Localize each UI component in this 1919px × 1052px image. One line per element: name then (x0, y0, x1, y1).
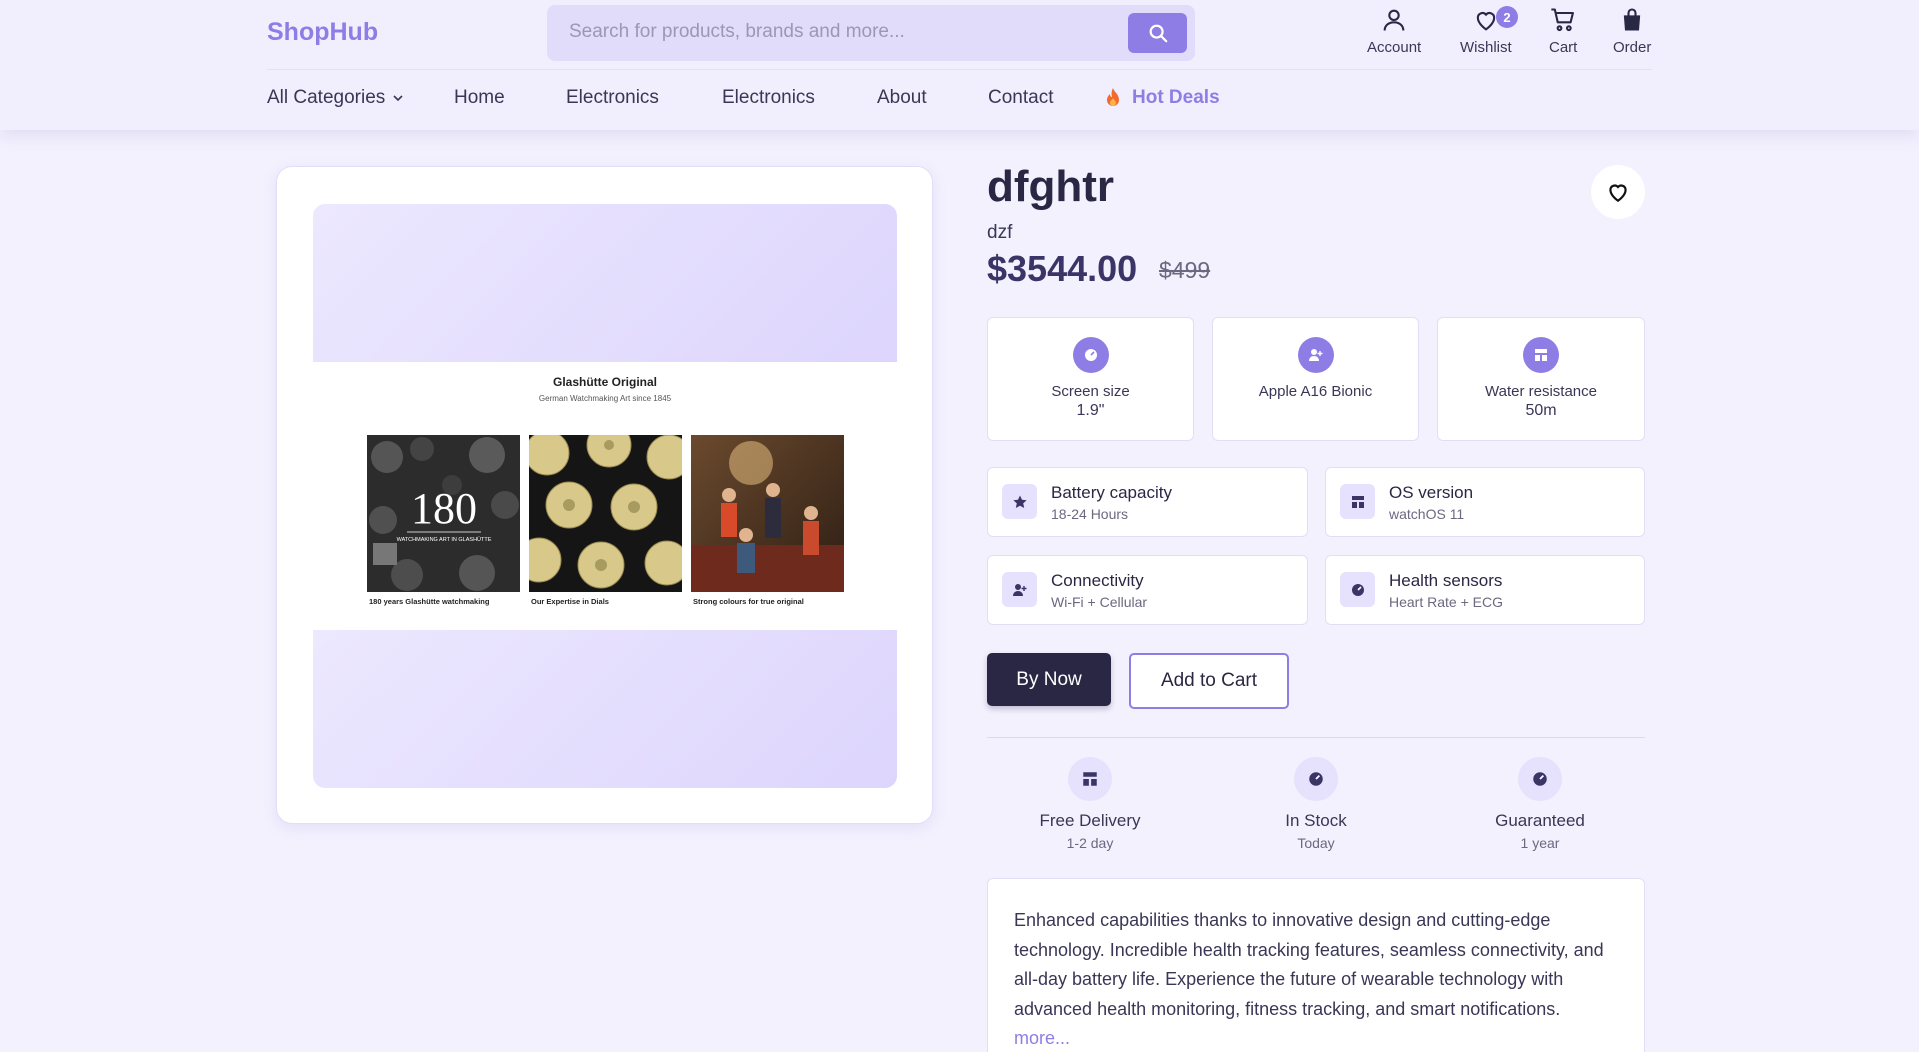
feature-value: 18-24 Hours (1051, 506, 1129, 522)
spec-label: Apple A16 Bionic (1258, 383, 1373, 400)
layout-icon (1523, 337, 1559, 373)
cart-label: Cart (1549, 39, 1578, 56)
description-text: Enhanced capabilities thanks to innovati… (1014, 910, 1604, 1019)
nav-home[interactable]: Home (454, 87, 505, 109)
perk-label: Free Delivery (1039, 811, 1141, 830)
all-categories-dropdown[interactable]: All Categories (267, 87, 406, 109)
chevron-down-icon (393, 95, 403, 102)
cart-link[interactable]: Cart (1549, 6, 1577, 56)
star-icon (1002, 484, 1037, 519)
perk-item: Free Delivery 1-2 day (1000, 757, 1180, 851)
buy-now-button[interactable]: By Now (987, 653, 1111, 706)
perk-label: In Stock (1285, 811, 1347, 830)
nav-electronics[interactable]: Electronics (566, 87, 659, 109)
feature-label: OS version (1389, 483, 1474, 502)
search-icon (1149, 24, 1167, 43)
feature-value: Heart Rate + ECG (1389, 594, 1503, 610)
spec-value: 1.9" (1076, 402, 1105, 419)
search-input[interactable] (569, 21, 1109, 43)
perk-item: In Stock Today (1226, 757, 1406, 851)
shophub-logo[interactable]: ShopHub (267, 18, 378, 47)
product-subtitle: dzf (987, 222, 1013, 243)
feature-label: Battery capacity (1051, 483, 1172, 502)
gauge-icon (1518, 757, 1562, 801)
order-label: Order (1613, 39, 1652, 56)
product-image-card[interactable]: Glashütte Original German Watchmaking Ar… (276, 166, 933, 824)
description-card: Enhanced capabilities thanks to innovati… (987, 878, 1645, 1052)
add-to-cart-button[interactable]: Add to Cart (1129, 653, 1289, 709)
feature-card: OS version watchOS 11 (1325, 467, 1645, 537)
site-header: ShopHub Account 2 Wishlist Cart Order Al… (0, 0, 1919, 130)
layout-icon (1068, 757, 1112, 801)
nav-hot-deals[interactable]: Hot Deals (1104, 87, 1220, 109)
feature-label: Connectivity (1051, 571, 1144, 590)
all-categories-label: All Categories (267, 87, 386, 108)
fire-icon (1107, 88, 1119, 106)
section-divider (987, 737, 1645, 738)
image-placeholder-bottom (313, 630, 897, 788)
bag-icon (1624, 8, 1641, 31)
gauge-icon (1294, 757, 1338, 801)
feature-card: Connectivity Wi-Fi + Cellular (987, 555, 1308, 625)
perk-value: Today (1297, 835, 1335, 851)
spec-value: 50m (1525, 402, 1557, 419)
photo-caption: 180 years Glashütte watchmaking (369, 597, 490, 606)
wishlist-toggle-button[interactable] (1591, 165, 1645, 219)
feature-label: Health sensors (1389, 571, 1503, 590)
lifestyle-photo (691, 435, 844, 592)
product-description: Enhanced capabilities thanks to innovati… (1014, 906, 1618, 1052)
spec-label: Screen size (1051, 383, 1130, 400)
perk-item: Guaranteed 1 year (1450, 757, 1630, 851)
feature-value: Wi-Fi + Cellular (1051, 594, 1148, 610)
wishlist-label: Wishlist (1460, 39, 1512, 56)
brand-title: Glashütte Original (552, 375, 657, 389)
logo-number: 180 (411, 484, 477, 533)
spec-card: Water resistance 50m (1437, 317, 1645, 441)
user-icon (1383, 9, 1405, 31)
nav-about[interactable]: About (877, 87, 927, 109)
logo-tagline: WATCHMAKING ART IN GLASHÜTTE (397, 536, 492, 543)
header-divider (267, 69, 1652, 70)
perk-value: 1-2 day (1066, 835, 1114, 851)
perk-label: Guaranteed (1495, 811, 1585, 830)
user-plus-icon (1002, 572, 1037, 607)
nav-electronics-2[interactable]: Electronics (722, 87, 815, 109)
product-title: dfghtr (987, 162, 1115, 211)
read-more-link[interactable]: more... (1014, 1028, 1070, 1048)
wishlist-link[interactable]: 2 Wishlist (1460, 6, 1518, 56)
spec-card: Screen size 1.9" (987, 317, 1194, 441)
account-link[interactable]: Account (1367, 6, 1421, 56)
order-link[interactable]: Order (1613, 6, 1651, 56)
search-bar (547, 5, 1195, 61)
spec-card: Apple A16 Bionic (1212, 317, 1419, 441)
cart-icon (1551, 8, 1575, 32)
product-price: $3544.00 (987, 248, 1138, 289)
hot-deals-label: Hot Deals (1132, 87, 1220, 108)
spec-label: Water resistance (1485, 383, 1597, 400)
photo-caption: Strong colours for true original (693, 597, 804, 606)
brand-subtitle: German Watchmaking Art since 1845 (538, 394, 672, 403)
perk-value: 1 year (1520, 835, 1560, 851)
original-price: $499 (1159, 257, 1211, 283)
layout-icon (1340, 484, 1375, 519)
photo-caption: Our Expertise in Dials (531, 597, 609, 606)
nav-contact[interactable]: Contact (988, 87, 1053, 109)
gauge-icon (1340, 572, 1375, 607)
feature-card: Health sensors Heart Rate + ECG (1325, 555, 1645, 625)
heart-icon (1609, 184, 1627, 202)
image-placeholder-top (313, 204, 897, 362)
user-plus-icon (1297, 337, 1334, 373)
wishlist-count-badge: 2 (1496, 6, 1518, 28)
feature-card: Battery capacity 18-24 Hours (987, 467, 1308, 537)
search-button[interactable] (1128, 13, 1187, 53)
feature-value: watchOS 11 (1389, 506, 1465, 522)
account-label: Account (1367, 39, 1422, 56)
anniversary-photo: 180 WATCHMAKING ART IN GLASHÜTTE (367, 435, 520, 592)
gauge-icon (1072, 337, 1109, 373)
dials-photo (529, 435, 682, 592)
